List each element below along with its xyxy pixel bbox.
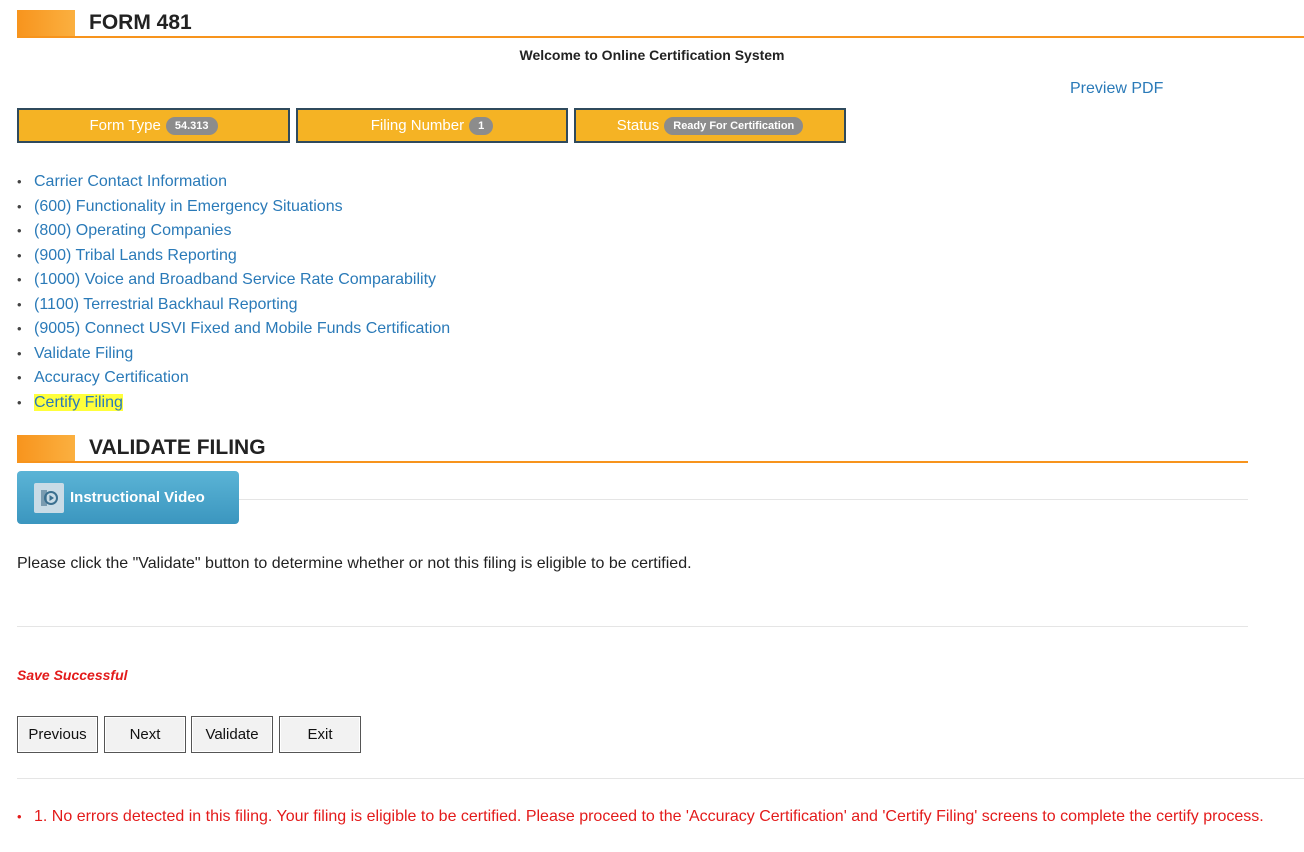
bullet-icon: • [17, 345, 22, 361]
nav-link-1000[interactable]: (1000) Voice and Broadband Service Rate … [34, 271, 436, 288]
validate-header: VALIDATE FILING [17, 435, 1248, 463]
form-type-badge: 54.313 [165, 116, 218, 135]
filing-number-badge: 1 [469, 116, 494, 135]
form-type-box: Form Type 54.313 [17, 108, 290, 143]
nav-link-1100[interactable]: (1100) Terrestrial Backhaul Reporting [34, 296, 298, 313]
bullet-icon: • [17, 321, 22, 336]
nav-item: • (900) Tribal Lands Reporting [17, 245, 450, 270]
validate-header-rule [17, 461, 1248, 463]
filing-number-box: Filing Number 1 [296, 108, 568, 143]
nav-link-9005[interactable]: (9005) Connect USVI Fixed and Mobile Fun… [34, 320, 450, 337]
nav-item: • Certify Filing [17, 392, 450, 417]
nav-item: • Carrier Contact Information [17, 171, 450, 196]
nav-link-800[interactable]: (800) Operating Companies [34, 222, 231, 239]
video-icon [34, 482, 64, 513]
nav-link-certify-filing[interactable]: Certify Filing [34, 393, 123, 411]
divider [17, 778, 1304, 779]
nav-item: • (1100) Terrestrial Backhaul Reporting [17, 294, 450, 319]
instruction-text: Please click the "Validate" button to de… [17, 555, 692, 572]
bullet-icon: • [17, 223, 22, 238]
preview-pdf-link[interactable]: Preview PDF [1070, 80, 1163, 98]
nav-link-600[interactable]: (600) Functionality in Emergency Situati… [34, 198, 343, 215]
filing-number-label: Filing Number [370, 117, 465, 134]
bullet-icon: • [17, 370, 22, 385]
next-button[interactable]: Next [104, 716, 186, 753]
validation-result-item: • 1. No errors detected in this filing. Y… [17, 806, 1304, 828]
form-header-accent [17, 10, 75, 36]
nav-item: • (1000) Voice and Broadband Service Rate… [17, 269, 450, 294]
bullet-icon: • [17, 272, 22, 287]
status-box: Status Ready For Certification [574, 108, 846, 143]
bullet-icon: • [17, 174, 22, 189]
welcome-text: Welcome to Online Certification System [519, 47, 785, 63]
nav-link-900[interactable]: (900) Tribal Lands Reporting [34, 247, 237, 264]
bullet-icon: • [17, 247, 22, 263]
nav-item: • Accuracy Certification [17, 367, 450, 392]
nav-item: • (800) Operating Companies [17, 220, 450, 245]
form-header-rule [17, 36, 1304, 38]
save-status-message: Save Successful [17, 667, 128, 683]
nav-link-accuracy-certification[interactable]: Accuracy Certification [34, 369, 189, 386]
instructional-video-button[interactable]: Instructional Video [17, 471, 239, 524]
bullet-icon: • [17, 394, 22, 410]
nav-item: • Validate Filing [17, 343, 450, 368]
nav-item: • (600) Functionality in Emergency Situat… [17, 196, 450, 221]
form-type-label: Form Type [89, 117, 161, 134]
section-nav: • Carrier Contact Information • (600) Func… [17, 171, 450, 416]
form-header: FORM 481 [17, 10, 1304, 38]
form-title: FORM 481 [89, 11, 192, 34]
exit-button[interactable]: Exit [279, 716, 361, 753]
validate-button[interactable]: Validate [191, 716, 273, 753]
previous-button[interactable]: Previous [17, 716, 98, 753]
status-badge: Ready For Certification [664, 116, 804, 135]
status-label: Status [616, 117, 660, 134]
validation-result-text: 1. No errors detected in this filing. Yo… [34, 808, 1264, 825]
instructional-video-label: Instructional Video [70, 489, 205, 506]
nav-link-carrier-contact[interactable]: Carrier Contact Information [34, 173, 227, 190]
bullet-icon: • [17, 809, 22, 824]
divider [17, 626, 1248, 627]
bullet-icon: • [17, 198, 22, 214]
nav-item: • (9005) Connect USVI Fixed and Mobile Fu… [17, 318, 450, 343]
validate-title: VALIDATE FILING [89, 436, 266, 459]
bullet-icon: • [17, 296, 22, 312]
validation-results: • 1. No errors detected in this filing. Y… [17, 806, 1304, 828]
tab-divider [239, 499, 1248, 500]
validate-header-accent [17, 435, 75, 461]
nav-link-validate-filing[interactable]: Validate Filing [34, 345, 133, 362]
